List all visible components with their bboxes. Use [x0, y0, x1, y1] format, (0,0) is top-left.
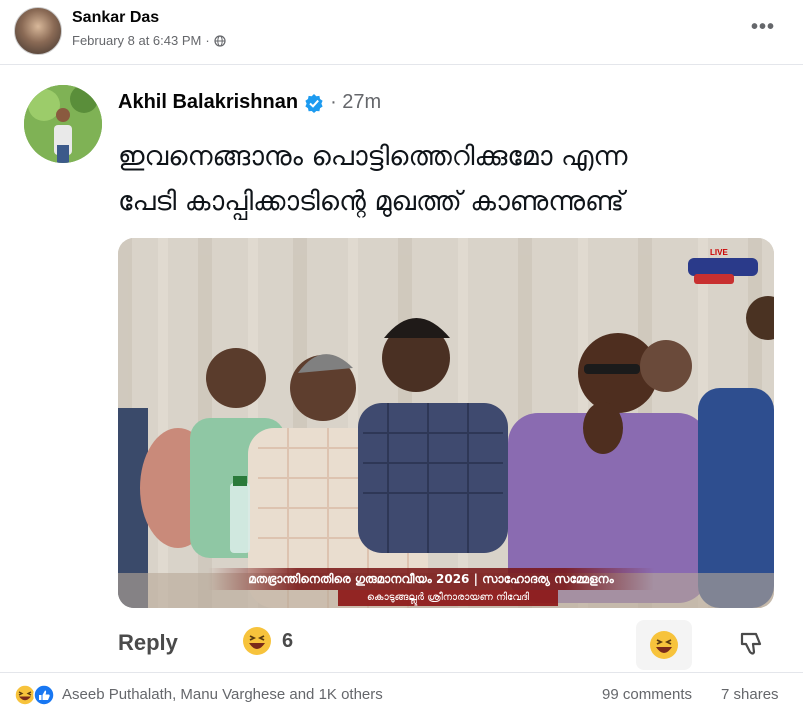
live-badge-text: LIVE [710, 248, 728, 257]
reactors-text[interactable]: Aseeb Puthalath, Manu Varghese and 1K ot… [62, 686, 383, 703]
video-caption: മതഭ്രാന്തിനെതിരെ ഗുരുമാനവീയം 2026 | സാഹോ… [208, 568, 654, 590]
haha-emoji-icon[interactable] [242, 626, 272, 656]
globe-icon [214, 34, 226, 47]
comments-count[interactable]: 99 comments [602, 686, 692, 703]
embed-text-line-2: പേടി കാപ്പിക്കാടിന്റെ മുഖത്ത് കാണുന്നുണ്… [118, 186, 624, 217]
reaction-icons[interactable] [14, 684, 56, 706]
stats-row: Aseeb Puthalath, Manu Varghese and 1K ot… [0, 672, 803, 716]
embed-text-line-1: ഇവനെങ്ങാനും പൊട്ടിത്തെറിക്കുമോ എന്ന [118, 141, 628, 172]
meta-separator: · [205, 33, 210, 48]
embedded-post[interactable]: Akhil Balakrishnan · 27m ഇവനെങ്ങാനും പൊട… [0, 66, 803, 671]
reply-button[interactable]: Reply [118, 630, 178, 656]
live-badge-logo: LIVE [688, 248, 758, 284]
video-scene-image [118, 238, 774, 608]
reply-row: Reply 6 [0, 620, 803, 670]
dislike-icon[interactable] [738, 630, 766, 658]
embed-time: · 27m [330, 91, 382, 113]
embed-avatar [24, 85, 102, 163]
video-subcaption: കൊടുങ്ങല്ലൂർ ശ്രീനാരായണ നിവേദി [338, 590, 558, 606]
reaction-count: 6 [282, 630, 294, 652]
haha-emoji-icon [650, 631, 678, 659]
header-divider [0, 64, 803, 65]
post-date[interactable]: February 8 at 6:43 PM [72, 33, 201, 48]
embed-name: Akhil Balakrishnan [118, 91, 299, 113]
video-thumbnail[interactable]: LIVE മതഭ്രാന്തിനെതിരെ ഗുരുമാനവീയം 2026 |… [118, 238, 774, 608]
author-name[interactable]: Sankar Das [72, 9, 159, 27]
more-options-button[interactable]: ••• [751, 16, 775, 39]
embed-text: ഇവനെങ്ങാനും പൊട്ടിത്തെറിക്കുമോ എന്ന പേടി… [118, 134, 778, 224]
author-avatar[interactable] [14, 7, 62, 55]
verified-check-icon [305, 93, 323, 113]
post-meta: February 8 at 6:43 PM · [72, 33, 226, 48]
embed-name-row: Akhil Balakrishnan · 27m [118, 91, 381, 114]
shares-count[interactable]: 7 shares [721, 686, 779, 703]
react-button[interactable] [636, 620, 692, 670]
post-header: Sankar Das February 8 at 6:43 PM · ••• [0, 0, 803, 62]
